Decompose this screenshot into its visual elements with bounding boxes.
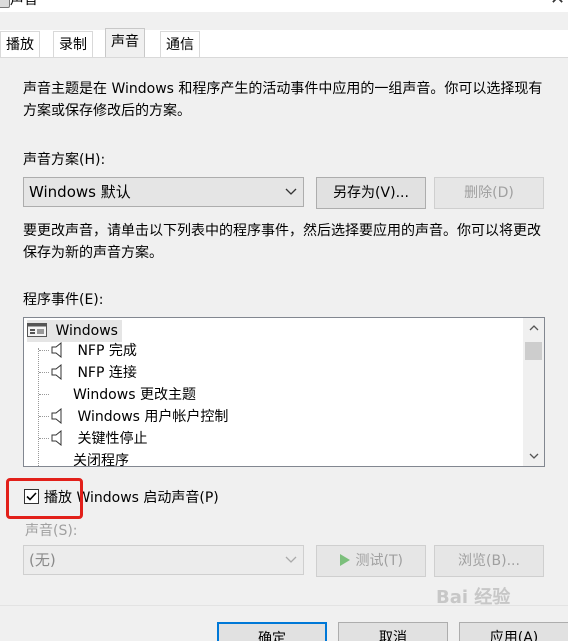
list-item[interactable]: Windows 更改主题 (73, 384, 196, 406)
chevron-down-icon (285, 188, 297, 195)
browse-button[interactable]: 浏览(B)... (434, 545, 544, 577)
scroll-up-icon[interactable] (523, 318, 544, 338)
list-item-root[interactable]: Windows (27, 320, 122, 342)
tab-playback[interactable]: 播放 (0, 31, 40, 58)
tab-bar: 播放 录制 声音 通信 (0, 28, 568, 58)
scheme-selected: Windows 默认 (29, 183, 131, 201)
intro-text: 声音主题是在 Windows 和程序产生的活动事件中应用的一组声音。你可以选择现… (23, 81, 543, 119)
list-item[interactable]: 关闭程序 (73, 450, 129, 467)
title-bar: 声音 ✕ (0, 0, 568, 12)
sound-dropdown[interactable]: (无) (23, 545, 304, 575)
list-item[interactable]: Windows 用户帐户控制 (51, 406, 228, 428)
speaker-icon (51, 407, 62, 425)
event-label: 关闭程序 (73, 453, 129, 467)
cancel-button[interactable]: 取消 (338, 622, 448, 641)
watermark: Bai 经验 (436, 587, 511, 608)
close-icon[interactable]: ✕ (550, 0, 565, 8)
events-label: 程序事件(E): (23, 292, 104, 308)
tree-branch (39, 416, 49, 417)
scroll-down-icon[interactable] (523, 446, 544, 466)
tab-sounds[interactable]: 声音 (105, 28, 145, 58)
scroll-thumb[interactable] (525, 342, 542, 360)
ok-button[interactable]: 确定 (217, 622, 327, 641)
save-as-button[interactable]: 另存为(V)... (316, 177, 426, 209)
list-item[interactable]: NFP 连接 (51, 362, 137, 384)
play-icon (340, 554, 351, 566)
scheme-label: 声音方案(H): (23, 152, 106, 168)
tab-recording[interactable]: 录制 (53, 31, 93, 58)
chevron-down-icon (285, 556, 297, 563)
apply-button[interactable]: 应用(A) (459, 622, 568, 641)
event-label: Windows 用户帐户控制 (77, 409, 229, 425)
window-title: 声音 (10, 0, 38, 8)
instructions-text: 要更改声音，请单击以下列表中的程序事件，然后选择要应用的声音。你可以将更改保存为… (23, 223, 541, 261)
tree-branch (39, 438, 49, 439)
tab-communications[interactable]: 通信 (160, 31, 200, 58)
speaker-icon (51, 341, 62, 359)
delete-button[interactable]: 删除(D) (434, 177, 544, 209)
test-button-label: 测试(T) (355, 553, 403, 569)
tree-connector (38, 348, 39, 466)
root-label: Windows (55, 323, 118, 339)
program-events-list[interactable]: Windows NFP 完成 NFP 连接 Windows 更改主题 Windo… (23, 317, 545, 467)
tree-branch (39, 350, 49, 351)
test-button[interactable]: 测试(T) (316, 545, 426, 577)
speaker-icon (51, 363, 62, 381)
speaker-app-icon (0, 0, 10, 8)
event-label: NFP 完成 (77, 343, 137, 359)
sound-selected: (无) (29, 551, 56, 569)
events-scrollbar[interactable] (523, 318, 544, 466)
list-item[interactable]: 关键性停止 (51, 428, 147, 450)
dialog-footer: 确定 取消 应用(A) (0, 605, 568, 641)
tree-branch (39, 372, 49, 373)
highlight-annotation (6, 478, 83, 519)
sounds-panel: 声音主题是在 Windows 和程序产生的活动事件中应用的一组声音。你可以选择现… (0, 57, 568, 605)
event-label: Windows 更改主题 (73, 387, 196, 403)
scheme-dropdown[interactable]: Windows 默认 (23, 177, 304, 207)
event-label: NFP 连接 (77, 365, 137, 381)
windows-root-icon (27, 323, 47, 337)
tree-branch (39, 394, 49, 395)
speaker-icon (51, 429, 62, 447)
event-label: 关键性停止 (77, 431, 148, 447)
list-item[interactable]: NFP 完成 (51, 340, 137, 362)
sound-label: 声音(S): (25, 523, 78, 539)
